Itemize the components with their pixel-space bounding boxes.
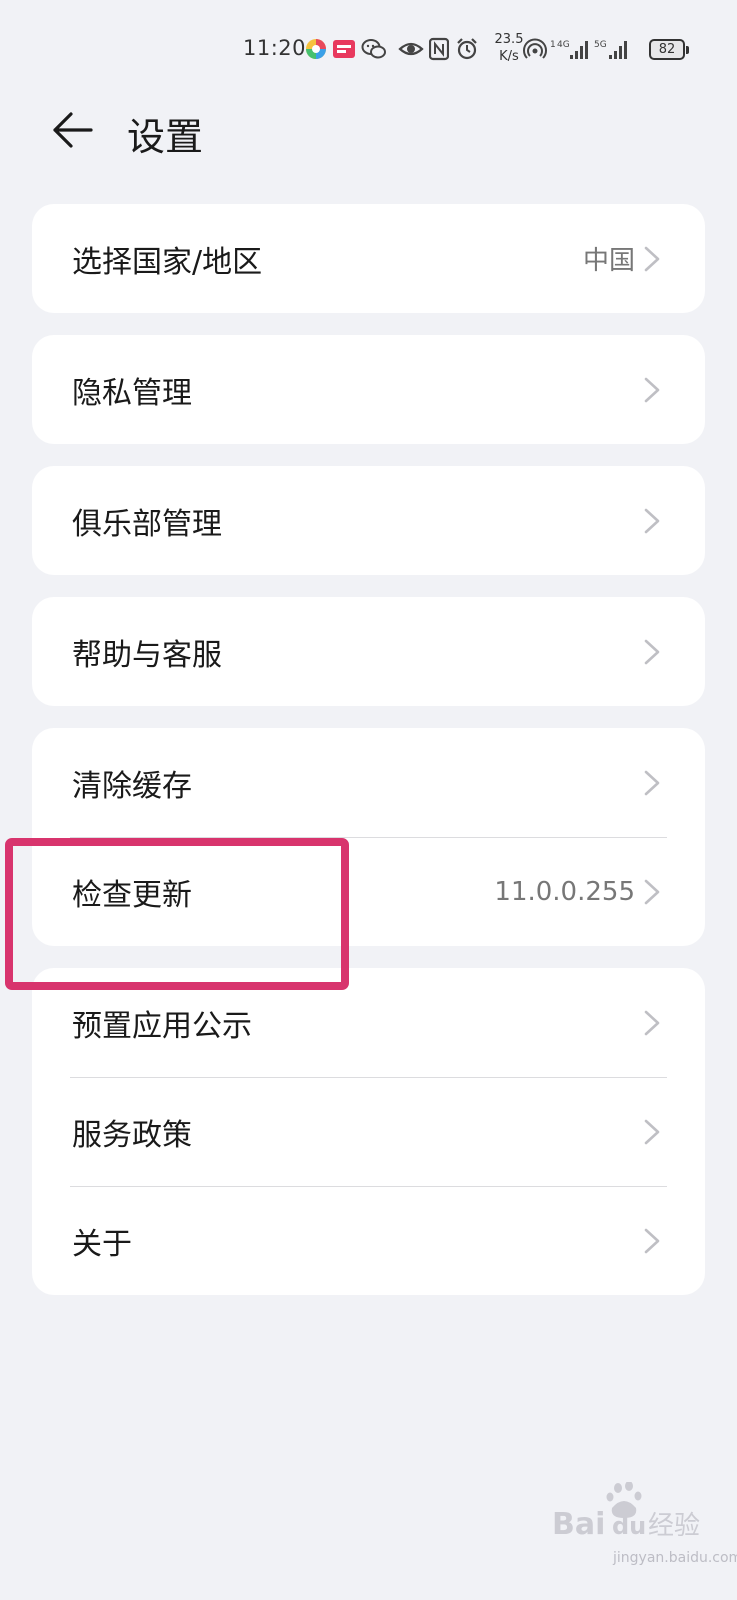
nfc-icon [429, 37, 449, 61]
row-club-management[interactable]: 俱乐部管理 [32, 466, 705, 575]
chevron-right-icon [644, 1119, 660, 1144]
settings-group-maintenance: 清除缓存 检查更新 11.0.0.255 [32, 728, 705, 946]
row-label: 关于 [72, 1226, 132, 1262]
chevron-right-icon [644, 770, 660, 795]
page-title: 设置 [127, 115, 204, 159]
row-label: 选择国家/地区 [72, 244, 263, 280]
row-service-policy[interactable]: 服务政策 [32, 1077, 705, 1186]
app-version: 11.0.0.255 [494, 876, 635, 907]
settings-group-help: 帮助与客服 [32, 597, 705, 706]
row-label: 隐私管理 [72, 375, 192, 411]
chevron-right-icon [644, 246, 660, 271]
svg-text:du: du [612, 1512, 646, 1540]
status-bar: 11:20 23.5 K/s 1 4G 5G 82 [0, 0, 737, 100]
row-privacy-management[interactable]: 隐私管理 [32, 335, 705, 444]
row-help-and-support[interactable]: 帮助与客服 [32, 597, 705, 706]
watermark-url: jingyan.baidu.com [613, 1550, 737, 1566]
row-label: 检查更新 [72, 877, 192, 913]
svg-text:5G: 5G [594, 40, 607, 50]
chevron-right-icon [644, 1010, 660, 1035]
row-label: 预置应用公示 [72, 1008, 252, 1044]
row-label: 帮助与客服 [72, 637, 222, 673]
battery-indicator: 82 [649, 39, 689, 60]
chevron-right-icon [644, 1228, 660, 1253]
svg-text:4G: 4G [557, 40, 570, 50]
baidu-jingyan-watermark: Bai du 经验 [552, 1482, 700, 1542]
chevron-right-icon [644, 377, 660, 402]
row-check-update[interactable]: 检查更新 11.0.0.255 [32, 837, 705, 946]
chevron-right-icon [644, 639, 660, 664]
alarm-icon [457, 38, 477, 60]
hotspot-icon [523, 38, 547, 59]
row-about[interactable]: 关于 [32, 1186, 705, 1295]
row-label: 清除缓存 [72, 768, 192, 804]
settings-group-privacy: 隐私管理 [32, 335, 705, 444]
chevron-right-icon [644, 508, 660, 533]
row-label: 服务政策 [72, 1117, 192, 1153]
svg-text:1: 1 [550, 40, 556, 50]
settings-group-club: 俱乐部管理 [32, 466, 705, 575]
wechat-icon [361, 39, 386, 59]
settings-group-region: 选择国家/地区 中国 [32, 204, 705, 313]
row-select-region[interactable]: 选择国家/地区 中国 [32, 204, 705, 313]
svg-text:经验: 经验 [648, 1511, 700, 1541]
settings-group-about: 预置应用公示 服务政策 关于 [32, 968, 705, 1295]
row-clear-cache[interactable]: 清除缓存 [32, 728, 705, 837]
row-label: 俱乐部管理 [72, 506, 222, 542]
row-preinstalled-apps[interactable]: 预置应用公示 [32, 968, 705, 1077]
status-time: 11:20 [243, 36, 307, 60]
row-value: 中国 [582, 246, 635, 276]
video-app-notification-icon [333, 40, 355, 58]
back-button[interactable] [46, 104, 98, 156]
sim2-signal-icon: 5G [594, 40, 627, 59]
app-notification-icon [306, 39, 326, 59]
sim1-signal-icon: 1 4G [550, 40, 588, 59]
svg-text:Bai: Bai [552, 1507, 605, 1542]
eye-comfort-icon [398, 42, 424, 56]
back-arrow-icon [53, 112, 93, 148]
chevron-right-icon [644, 879, 660, 904]
